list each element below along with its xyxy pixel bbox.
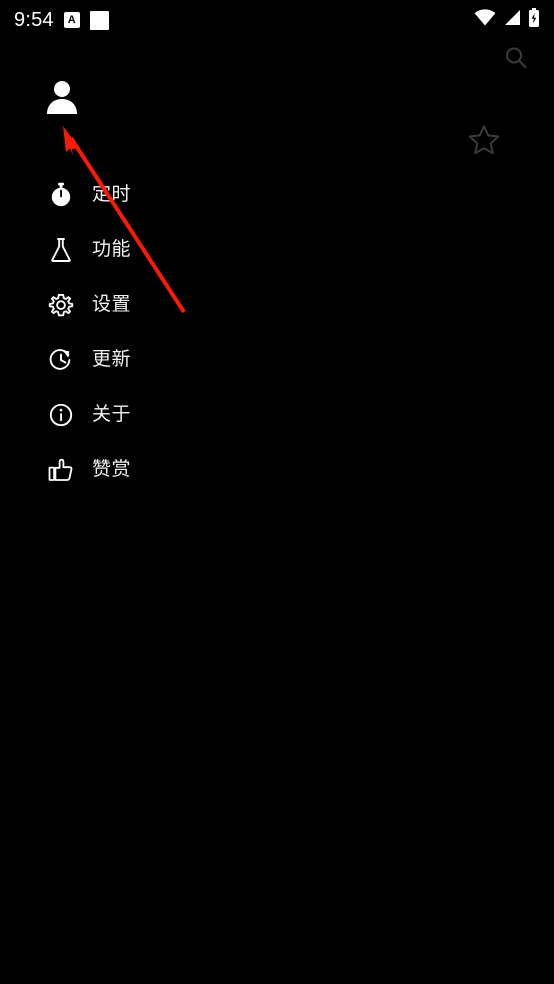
drawer-item-donate[interactable]: 赞赏	[0, 442, 554, 497]
thumbs-up-icon	[47, 456, 75, 484]
star-outline-icon[interactable]	[467, 123, 501, 157]
drawer-item-label: 设置	[92, 294, 132, 315]
refresh-icon	[47, 346, 75, 374]
app-screen: 9:54 A 定时 功能 设置 更新 关于 赞赏	[0, 0, 554, 984]
drawer-item-update[interactable]: 更新	[0, 332, 554, 387]
status-bar-right	[474, 8, 540, 32]
notification-square-icon	[89, 10, 109, 30]
cellular-signal-icon	[503, 9, 521, 31]
wifi-icon	[474, 9, 496, 31]
drawer-item-label: 功能	[92, 239, 132, 260]
status-bar-clock: 9:54	[14, 9, 54, 31]
drawer-item-features[interactable]: 功能	[0, 222, 554, 277]
drawer-item-settings[interactable]: 设置	[0, 277, 554, 332]
drawer-menu-list: 定时 功能 设置 更新 关于 赞赏	[0, 167, 554, 497]
drawer-item-label: 定时	[92, 184, 132, 205]
gear-icon	[47, 291, 75, 319]
stopwatch-icon	[47, 181, 75, 209]
drawer-item-label: 关于	[92, 404, 132, 425]
status-bar-left: 9:54 A	[14, 10, 109, 30]
drawer-item-label: 赞赏	[92, 459, 132, 480]
info-icon	[47, 401, 75, 429]
status-bar: 9:54 A	[0, 0, 554, 40]
drawer-item-label: 更新	[92, 349, 132, 370]
account-avatar-icon[interactable]	[44, 78, 80, 114]
search-icon[interactable]	[492, 34, 540, 82]
flask-icon	[47, 236, 75, 264]
battery-charging-icon	[528, 8, 540, 32]
drawer-item-timer[interactable]: 定时	[0, 167, 554, 222]
ime-badge-icon: A	[63, 12, 80, 28]
drawer-item-about[interactable]: 关于	[0, 387, 554, 442]
